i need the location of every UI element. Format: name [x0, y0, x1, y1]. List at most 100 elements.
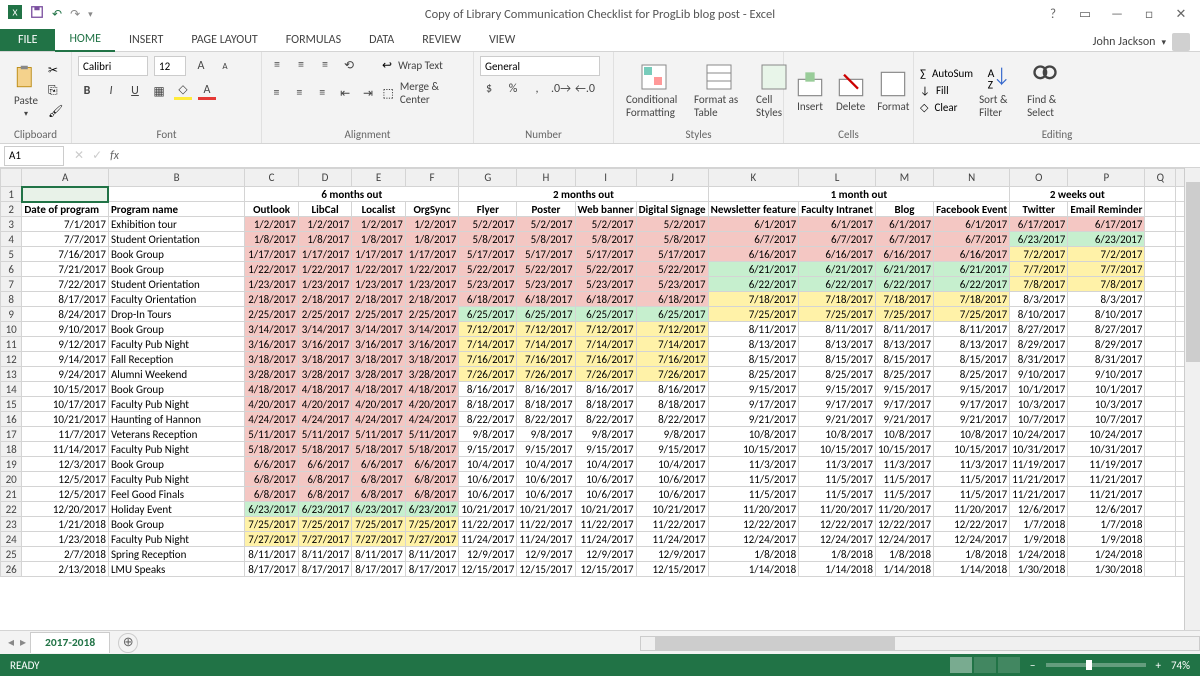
cell[interactable]: 8/22/2017 — [636, 412, 708, 427]
cell[interactable]: 11/5/2017 — [875, 487, 933, 502]
cell[interactable]: 8/27/2017 — [1068, 322, 1145, 337]
cell[interactable] — [1145, 562, 1176, 577]
cell[interactable]: 10/15/2017 — [708, 442, 799, 457]
merge-center-button[interactable]: Merge & Center — [400, 80, 467, 106]
tab-view[interactable]: VIEW — [475, 29, 529, 51]
cell[interactable] — [1145, 187, 1176, 202]
cell[interactable]: 1/8/2017 — [405, 232, 459, 247]
cell[interactable]: 1/14/2018 — [934, 562, 1010, 577]
cell[interactable]: 7/12/2017 — [636, 322, 708, 337]
cell[interactable]: Exhibition tour — [108, 217, 244, 232]
cell[interactable]: 5/23/2017 — [575, 277, 636, 292]
user-area[interactable]: John Jackson ▾ — [1093, 33, 1200, 51]
cell[interactable]: 10/6/2017 — [459, 472, 517, 487]
cell[interactable]: 12/5/2017 — [22, 487, 109, 502]
cell[interactable]: 6/25/2017 — [636, 307, 708, 322]
cell[interactable] — [1145, 352, 1176, 367]
cell[interactable]: 8/25/2017 — [934, 367, 1010, 382]
cell[interactable]: 11/5/2017 — [934, 487, 1010, 502]
cell[interactable]: 10/31/2017 — [1068, 442, 1145, 457]
col-header[interactable]: D — [298, 169, 352, 187]
find-select-button[interactable]: Find & Select — [1021, 61, 1069, 121]
cell[interactable]: Faculty Pub Night — [108, 442, 244, 457]
paste-button[interactable]: Paste ▾ — [6, 62, 46, 121]
cell[interactable] — [108, 187, 244, 202]
cell[interactable]: 2/18/2017 — [245, 292, 299, 307]
maximize-icon[interactable]: □ — [1140, 7, 1158, 22]
cell[interactable]: 11/3/2017 — [934, 457, 1010, 472]
cell[interactable]: 8/10/2017 — [1010, 307, 1068, 322]
cell[interactable] — [1145, 307, 1176, 322]
conditional-formatting-button[interactable]: Conditional Formatting — [620, 61, 688, 121]
row-header[interactable]: 3 — [1, 217, 22, 232]
cell[interactable]: 8/31/2017 — [1068, 352, 1145, 367]
cell[interactable]: 8/13/2017 — [708, 337, 799, 352]
cell[interactable]: 1/23/2017 — [298, 277, 352, 292]
cell[interactable]: 9/10/2017 — [1010, 367, 1068, 382]
zoom-out-button[interactable]: − — [1030, 659, 1035, 672]
ribbon-options-icon[interactable]: ▭ — [1076, 7, 1094, 22]
cell[interactable]: 12/24/2017 — [708, 532, 799, 547]
cell[interactable]: Alumni Weekend — [108, 367, 244, 382]
decrease-font-icon[interactable]: A — [216, 57, 234, 75]
cell[interactable]: 7/7/2017 — [1068, 262, 1145, 277]
cell[interactable]: Veterans Reception — [108, 427, 244, 442]
cell[interactable]: 1/17/2017 — [352, 247, 406, 262]
col-header[interactable]: H — [517, 169, 575, 187]
cell[interactable]: 5/8/2017 — [636, 232, 708, 247]
cell[interactable]: 1/7/2018 — [1068, 517, 1145, 532]
cell[interactable]: 2 months out — [459, 187, 708, 202]
cell[interactable]: 10/8/2017 — [934, 427, 1010, 442]
cell[interactable]: 11/20/2017 — [799, 502, 876, 517]
cell[interactable]: 12/24/2017 — [875, 532, 933, 547]
scrollbar-thumb[interactable] — [1186, 182, 1200, 362]
cell[interactable]: 3/18/2017 — [245, 352, 299, 367]
row-header[interactable]: 22 — [1, 502, 22, 517]
cell[interactable]: 12/22/2017 — [934, 517, 1010, 532]
cell[interactable]: 10/1/2017 — [1068, 382, 1145, 397]
cell[interactable]: 7/27/2017 — [245, 532, 299, 547]
cell[interactable]: 6/8/2017 — [405, 472, 459, 487]
cell[interactable]: 10/6/2017 — [636, 472, 708, 487]
cell[interactable]: 8/25/2017 — [708, 367, 799, 382]
cell[interactable]: 4/24/2017 — [352, 412, 406, 427]
cell[interactable]: 5/17/2017 — [636, 247, 708, 262]
cell[interactable]: 7/7/2017 — [22, 232, 109, 247]
fill-color-icon[interactable]: ◇ — [174, 82, 192, 100]
tab-file[interactable]: FILE — [0, 29, 55, 51]
decrease-indent-icon[interactable]: ⇤ — [337, 84, 354, 102]
cell[interactable]: 7/18/2017 — [708, 292, 799, 307]
cell[interactable]: 11/5/2017 — [708, 472, 799, 487]
cell[interactable]: 11/20/2017 — [934, 502, 1010, 517]
cell[interactable]: 1/30/2018 — [1010, 562, 1068, 577]
cell[interactable] — [1145, 247, 1176, 262]
cell[interactable]: 8/17/2017 — [352, 562, 406, 577]
cell[interactable]: 8/27/2017 — [1010, 322, 1068, 337]
cell[interactable]: 8/22/2017 — [459, 412, 517, 427]
cell[interactable]: 10/6/2017 — [517, 487, 575, 502]
cell[interactable]: 10/15/2017 — [875, 442, 933, 457]
cell[interactable]: Faculty Pub Night — [108, 532, 244, 547]
cell[interactable]: 8/3/2017 — [1068, 292, 1145, 307]
cell[interactable]: 5/2/2017 — [517, 217, 575, 232]
cell[interactable]: Student Orientation — [108, 232, 244, 247]
cell[interactable]: 4/18/2017 — [298, 382, 352, 397]
cell[interactable]: 11/5/2017 — [799, 472, 876, 487]
cell[interactable]: 3/28/2017 — [352, 367, 406, 382]
cell[interactable]: 11/19/2017 — [1010, 457, 1068, 472]
cell[interactable]: 9/24/2017 — [22, 367, 109, 382]
cell[interactable]: 1/2/2017 — [405, 217, 459, 232]
clear-button[interactable]: ◇Clear — [920, 101, 973, 114]
cell[interactable]: 6/16/2017 — [708, 247, 799, 262]
cell[interactable]: 7/12/2017 — [575, 322, 636, 337]
cell[interactable]: 11/14/2017 — [22, 442, 109, 457]
cell[interactable]: 8/18/2017 — [517, 397, 575, 412]
cell[interactable]: Book Group — [108, 382, 244, 397]
col-header[interactable]: K — [708, 169, 799, 187]
cell[interactable]: 5/22/2017 — [517, 262, 575, 277]
cell[interactable]: 10/8/2017 — [799, 427, 876, 442]
cell[interactable]: 4/24/2017 — [298, 412, 352, 427]
copy-icon[interactable]: ⎘ — [48, 84, 63, 98]
cell[interactable]: OrgSync — [405, 202, 459, 217]
col-header[interactable]: L — [799, 169, 876, 187]
